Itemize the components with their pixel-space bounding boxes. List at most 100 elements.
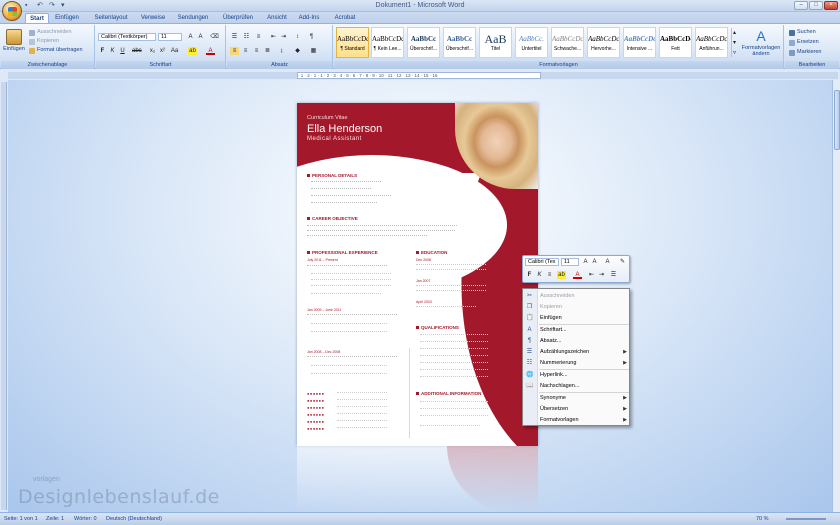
- tab-start[interactable]: Start: [25, 13, 49, 23]
- italic-icon[interactable]: K: [108, 47, 117, 55]
- font-color-icon[interactable]: A: [206, 47, 215, 55]
- decrease-indent-icon[interactable]: ⇤: [269, 33, 278, 41]
- line-spacing-icon[interactable]: ↨: [277, 47, 286, 55]
- tab-einfuegen[interactable]: Einfügen: [52, 13, 82, 23]
- zoom-level[interactable]: 70 %: [756, 513, 769, 525]
- borders-icon[interactable]: ▦: [309, 47, 318, 55]
- minimize-button[interactable]: –: [794, 1, 808, 10]
- find-button[interactable]: Suchen: [789, 29, 816, 36]
- tab-addins[interactable]: Add-Ins: [296, 13, 322, 23]
- close-button[interactable]: ×: [824, 1, 838, 10]
- tab-acrobat[interactable]: Acrobat: [330, 13, 360, 23]
- tab-seitenlayout[interactable]: Seitenlayout: [90, 13, 132, 23]
- menu-item-styles[interactable]: Formatvorlagen ▶: [523, 415, 631, 426]
- font-color-icon[interactable]: A: [573, 271, 582, 279]
- menu-item-cut[interactable]: ✂ Ausschneiden: [523, 291, 631, 302]
- show-marks-icon[interactable]: ¶: [307, 33, 316, 41]
- highlight-icon[interactable]: ab: [188, 47, 197, 55]
- grow-font-icon[interactable]: A: [186, 33, 195, 41]
- vertical-ruler[interactable]: [1, 82, 7, 510]
- sort-icon[interactable]: ↕: [293, 33, 302, 41]
- numbering-icon[interactable]: ☷: [242, 33, 251, 41]
- vertical-scrollbar[interactable]: [832, 80, 840, 512]
- increase-indent-icon[interactable]: ⇥: [279, 33, 288, 41]
- status-page[interactable]: Seite: 1 von 1: [4, 513, 38, 525]
- horizontal-ruler[interactable]: · 1 · 2 · 1 · 1 · 2 · 3 · 4 · 5 · 6 · 7 …: [297, 72, 541, 79]
- menu-item-hyperlink[interactable]: 🌐 Hyperlink...: [523, 370, 631, 381]
- maximize-button[interactable]: □: [809, 1, 823, 10]
- italic-icon[interactable]: K: [535, 271, 544, 279]
- menu-item-copy[interactable]: ❐ Kopieren: [523, 302, 631, 313]
- menu-item-lookup[interactable]: 📖 Nachschlagen...: [523, 381, 631, 392]
- style-strong[interactable]: AaBbCcDc Fett: [659, 27, 692, 58]
- office-button[interactable]: [2, 1, 22, 21]
- bullets-icon[interactable]: ☰: [609, 271, 618, 279]
- style-emphasis[interactable]: AaBbCcDc Hervorhe...: [587, 27, 620, 58]
- justify-icon[interactable]: ≣: [263, 47, 272, 55]
- align-center-icon[interactable]: ≡: [241, 47, 250, 55]
- strikethrough-icon[interactable]: abc: [132, 47, 142, 55]
- change-case-icon[interactable]: Aa: [170, 47, 179, 55]
- style-subtle-emphasis[interactable]: AaBbCcDc Schwache...: [551, 27, 584, 58]
- subscript-icon[interactable]: x₂: [148, 47, 157, 55]
- mini-font-combo[interactable]: Calibri (Tex: [525, 258, 559, 266]
- highlight-icon[interactable]: ab: [557, 271, 566, 279]
- style-subtitle[interactable]: AaBbCc. Untertitel: [515, 27, 548, 58]
- font-size-combo[interactable]: 11: [158, 33, 182, 41]
- format-painter-button[interactable]: Format übertragen: [29, 47, 83, 54]
- styles-icon[interactable]: A: [603, 258, 612, 266]
- font-name-combo[interactable]: Calibri (Textkörper): [98, 33, 156, 41]
- scrollbar-thumb[interactable]: [834, 90, 840, 150]
- menu-item-paragraph[interactable]: ¶ Absatz...: [523, 336, 631, 347]
- clear-format-icon[interactable]: ⌫: [210, 33, 219, 41]
- shading-icon[interactable]: ◆: [293, 47, 302, 55]
- copy-button[interactable]: Kopieren: [29, 38, 59, 45]
- align-left-icon[interactable]: ≡: [230, 47, 239, 55]
- hyperlink-icon: 🌐: [526, 372, 534, 378]
- status-words[interactable]: Wörter: 0: [74, 513, 97, 525]
- multilevel-list-icon[interactable]: ≡: [254, 33, 263, 41]
- mini-size-combo[interactable]: 11: [561, 258, 579, 266]
- select-button[interactable]: Markieren: [789, 49, 821, 56]
- styles-scroll-icon[interactable]: ▴ ▾ ▿: [731, 28, 737, 57]
- mini-toolbar: Calibri (Tex 11 A A A ✎ F K ≡ ab A ⇤ ⇥ ☰: [522, 255, 630, 283]
- status-language[interactable]: Deutsch (Deutschland): [106, 513, 162, 525]
- paste-button[interactable]: Einfügen: [3, 29, 25, 52]
- change-styles-button[interactable]: A Formatvorlagen ändern: [739, 28, 783, 57]
- style-heading-1[interactable]: AaBbCc Überschrif...: [407, 27, 440, 58]
- status-line[interactable]: Zeile: 1: [46, 513, 64, 525]
- tab-ueberpruefen[interactable]: Überprüfen: [219, 13, 257, 23]
- format-painter-icon[interactable]: ✎: [618, 258, 627, 266]
- bullets-icon[interactable]: ☰: [230, 33, 239, 41]
- menu-item-translate[interactable]: Übersetzen ▶: [523, 404, 631, 415]
- document-page[interactable]: Curriculum Vitae Ella Henderson Medical …: [297, 103, 538, 446]
- bold-icon[interactable]: F: [525, 271, 534, 279]
- tab-sendungen[interactable]: Sendungen: [175, 13, 211, 23]
- menu-item-font[interactable]: A Schriftart...: [523, 325, 631, 336]
- underline-icon[interactable]: U: [118, 47, 127, 55]
- style-quote[interactable]: AaBbCcDc Anführun...: [695, 27, 728, 58]
- menu-item-synonyms[interactable]: Synonyme ▶: [523, 393, 631, 404]
- decrease-indent-icon[interactable]: ⇤: [587, 271, 596, 279]
- style-intense-emphasis[interactable]: AaBbCcDc Intensive ...: [623, 27, 656, 58]
- menu-item-paste[interactable]: 📋 Einfügen: [523, 313, 631, 324]
- style-standard[interactable]: AaBbCcDc ¶ Standard: [336, 27, 369, 58]
- align-right-icon[interactable]: ≡: [252, 47, 261, 55]
- style-no-spacing[interactable]: AaBbCcDc ¶ Kein Lee...: [371, 27, 404, 58]
- superscript-icon[interactable]: x²: [158, 47, 167, 55]
- menu-item-numbering[interactable]: ☷ Nummerierung ▶: [523, 358, 631, 369]
- replace-button[interactable]: Ersetzen: [789, 39, 819, 46]
- style-title[interactable]: AaB Titel: [479, 27, 512, 58]
- tab-ansicht[interactable]: Ansicht: [263, 13, 291, 23]
- style-heading-2[interactable]: AaBbCc Überschrif...: [443, 27, 476, 58]
- increase-indent-icon[interactable]: ⇥: [597, 271, 606, 279]
- zoom-slider[interactable]: [786, 518, 826, 520]
- bold-icon[interactable]: F: [98, 47, 107, 55]
- shrink-font-icon[interactable]: A: [196, 33, 205, 41]
- tab-verweise[interactable]: Verweise: [138, 13, 168, 23]
- cut-button[interactable]: Ausschneiden: [29, 29, 72, 36]
- grow-font-icon[interactable]: A: [581, 258, 590, 266]
- menu-item-bullets[interactable]: ☰ Aufzählungszeichen ▶: [523, 347, 631, 358]
- align-center-icon[interactable]: ≡: [545, 271, 554, 279]
- shrink-font-icon[interactable]: A: [590, 258, 599, 266]
